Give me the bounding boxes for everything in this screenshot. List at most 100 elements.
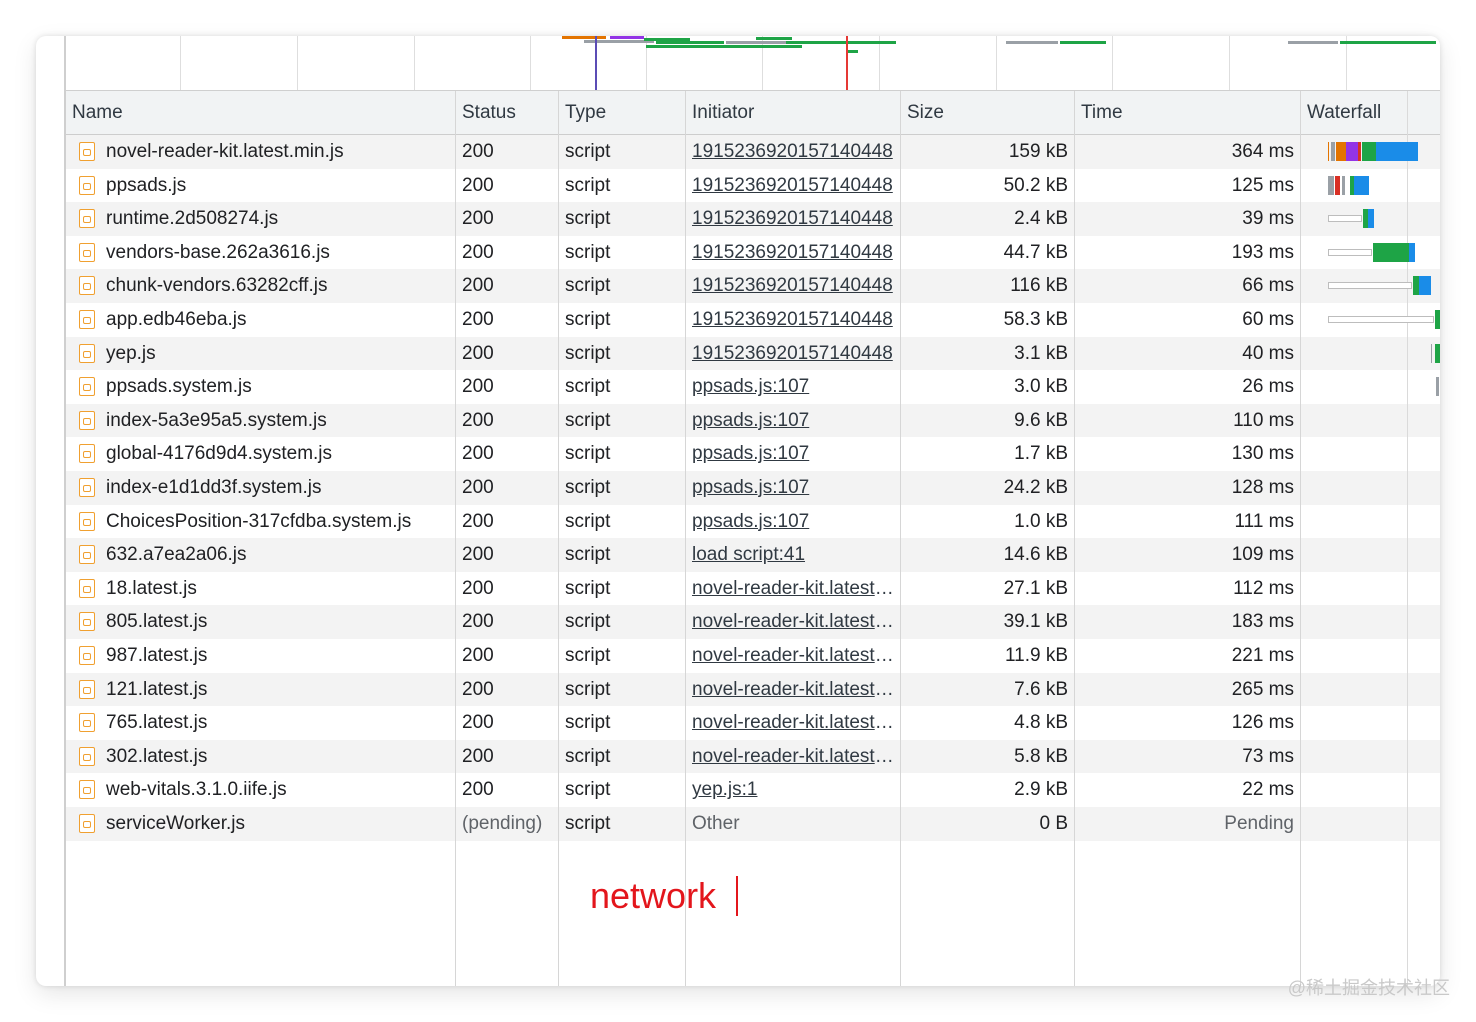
overview-bar <box>1006 41 1058 44</box>
request-initiator[interactable]: ppsads.js:107 <box>686 437 900 471</box>
table-row[interactable]: yep.js 200 script 1915236920157140448 3.1 kB… <box>66 336 1440 371</box>
column-header-name[interactable]: Name <box>66 91 455 134</box>
waterfall-timing-segment[interactable] <box>1373 242 1409 262</box>
request-initiator[interactable]: novel-reader-kit.latest.min.js <box>686 605 900 639</box>
waterfall-queue-segment[interactable] <box>1328 215 1362 223</box>
table-row[interactable]: novel-reader-kit.latest.min.js 200 script 1… <box>66 135 1440 169</box>
overview-bar <box>756 37 792 40</box>
waterfall-queue-segment[interactable] <box>1328 316 1434 323</box>
table-row[interactable]: runtime.2d508274.js 200 script 191523692015… <box>66 202 1440 236</box>
request-type: script <box>565 813 611 834</box>
request-initiator[interactable]: novel-reader-kit.latest.min.js <box>686 706 900 740</box>
table-row[interactable]: global-4176d9d4.system.js 200 script ppsads… <box>66 437 1440 471</box>
waterfall-timing-segment[interactable] <box>1346 142 1358 161</box>
waterfall-timing-segment[interactable] <box>1331 142 1335 161</box>
request-name: serviceWorker.js <box>106 813 246 834</box>
request-initiator[interactable]: novel-reader-kit.latest.min.js <box>686 740 900 774</box>
request-initiator[interactable]: novel-reader-kit.latest.min.js <box>686 673 900 707</box>
waterfall-timing-segment[interactable] <box>1368 209 1374 229</box>
request-size: 5.8 kB <box>1014 745 1068 767</box>
waterfall-timing-segment[interactable] <box>1431 343 1432 363</box>
request-time: 130 ms <box>1231 443 1294 465</box>
table-row[interactable]: 18.latest.js 200 script novel-reader-kit.la… <box>66 572 1440 606</box>
request-status: 200 <box>462 510 494 532</box>
table-row[interactable]: ppsads.system.js 200 script ppsads.js:107 3.… <box>66 370 1440 404</box>
waterfall-timing-segment[interactable] <box>1328 142 1329 161</box>
request-time: 128 ms <box>1231 477 1294 498</box>
column-divider <box>455 91 456 986</box>
request-initiator[interactable]: 1915236920157140448 <box>686 135 900 169</box>
column-divider <box>1074 91 1075 986</box>
table-row[interactable]: index-5a3e95a5.system.js 200 script ppsads.… <box>66 403 1440 438</box>
waterfall-timing-segment[interactable] <box>1362 142 1376 161</box>
waterfall-timing-segment[interactable] <box>1335 175 1340 195</box>
waterfall-timing-segment[interactable] <box>1354 175 1369 195</box>
column-divider <box>1300 91 1301 986</box>
waterfall-queue-segment[interactable] <box>1328 282 1412 290</box>
waterfall-timing-segment[interactable] <box>1435 343 1440 363</box>
request-initiator[interactable]: ppsads.js:107 <box>686 505 900 539</box>
column-header-status[interactable]: Status <box>456 91 558 134</box>
request-initiator[interactable]: yep.js:1 <box>686 773 900 807</box>
request-size: 3.1 kB <box>1014 342 1068 364</box>
request-size: 58.3 kB <box>1003 309 1068 330</box>
request-initiator[interactable]: novel-reader-kit.latest.min.js <box>686 572 900 606</box>
table-row[interactable]: index-e1d1dd3f.system.js 200 script ppsads.… <box>66 471 1440 505</box>
table-row[interactable]: ppsads.js 200 script 1915236920157140448 50.… <box>66 169 1440 203</box>
request-initiator[interactable]: ppsads.js:107 <box>686 370 900 404</box>
request-initiator[interactable]: load script:41 <box>686 538 900 572</box>
request-initiator[interactable]: 1915236920157140448 <box>686 236 900 270</box>
network-overview-timeline[interactable] <box>64 36 1440 91</box>
column-header-waterfall[interactable]: Waterfall <box>1301 91 1440 134</box>
request-initiator[interactable]: novel-reader-kit.latest.min.js <box>686 639 900 673</box>
column-header-type[interactable]: Type <box>559 91 685 134</box>
request-initiator[interactable]: ppsads.js:107 <box>686 404 900 438</box>
table-row[interactable]: 302.latest.js 200 script novel-reader-kit.l… <box>66 739 1440 774</box>
waterfall-queue-segment[interactable] <box>1328 248 1372 256</box>
column-header-time[interactable]: Time <box>1075 91 1300 134</box>
request-size: 44.7 kB <box>1003 241 1068 263</box>
waterfall-timing-segment[interactable] <box>1328 175 1334 195</box>
request-status: 200 <box>462 275 494 297</box>
waterfall-timing-segment[interactable] <box>1358 142 1361 161</box>
waterfall-timing-segment[interactable] <box>1436 377 1439 397</box>
table-row[interactable]: 765.latest.js 200 script novel-reader-kit.l… <box>66 706 1440 740</box>
table-row[interactable]: web-vitals.3.1.0.iife.js 200 script yep.js:… <box>66 773 1440 807</box>
request-initiator[interactable]: 1915236920157140448 <box>686 269 900 303</box>
waterfall-timing-segment[interactable] <box>1409 242 1415 262</box>
table-row[interactable]: 632.a7ea2a06.js 200 script load script:41 14… <box>66 538 1440 572</box>
request-initiator[interactable]: 1915236920157140448 <box>686 337 900 371</box>
overview-gridline <box>530 36 531 90</box>
waterfall-timing-segment[interactable] <box>1376 142 1418 161</box>
request-name: 765.latest.js <box>106 712 208 734</box>
request-initiator[interactable]: 1915236920157140448 <box>686 202 900 236</box>
request-status: 200 <box>462 745 494 767</box>
table-row[interactable]: serviceWorker.js (pending) script Other 0 B P… <box>66 807 1440 841</box>
request-name: chunk-vendors.63282cff.js <box>106 275 328 297</box>
table-row[interactable]: 805.latest.js 200 script novel-reader-kit.l… <box>66 605 1440 639</box>
table-row[interactable]: chunk-vendors.63282cff.js 200 script 191523… <box>66 269 1440 303</box>
request-initiator[interactable]: 1915236920157140448 <box>686 169 900 203</box>
request-time: 364 ms <box>1231 141 1294 162</box>
overview-gridline <box>297 36 298 90</box>
waterfall-timing-segment[interactable] <box>1342 175 1345 195</box>
request-initiator[interactable]: 1915236920157140448 <box>686 303 900 337</box>
request-time: 112 ms <box>1233 577 1294 599</box>
table-row[interactable]: 987.latest.js 200 script novel-reader-kit.l… <box>66 639 1440 673</box>
table-row[interactable]: 121.latest.js 200 script novel-reader-kit.l… <box>66 672 1440 707</box>
overview-bar <box>610 36 644 39</box>
column-header-initiator[interactable]: Initiator <box>686 91 900 134</box>
request-initiator[interactable]: ppsads.js:107 <box>686 471 900 505</box>
table-row[interactable]: app.edb46eba.js 200 script 1915236920157140… <box>66 303 1440 337</box>
table-row[interactable]: vendors-base.262a3616.js 200 script 1915236… <box>66 236 1440 270</box>
overview-bar <box>848 50 858 53</box>
request-time: 265 ms <box>1231 678 1294 700</box>
request-name: index-e1d1dd3f.system.js <box>106 477 322 498</box>
overview-bar <box>1288 41 1338 44</box>
table-row[interactable]: ChoicesPosition-317cfdba.system.js 200 scr… <box>66 505 1440 539</box>
waterfall-timing-segment[interactable] <box>1336 142 1346 161</box>
request-type: script <box>565 208 611 230</box>
column-header-size[interactable]: Size <box>901 91 1074 134</box>
waterfall-timing-segment[interactable] <box>1419 276 1431 296</box>
waterfall-timing-segment[interactable] <box>1435 310 1440 329</box>
